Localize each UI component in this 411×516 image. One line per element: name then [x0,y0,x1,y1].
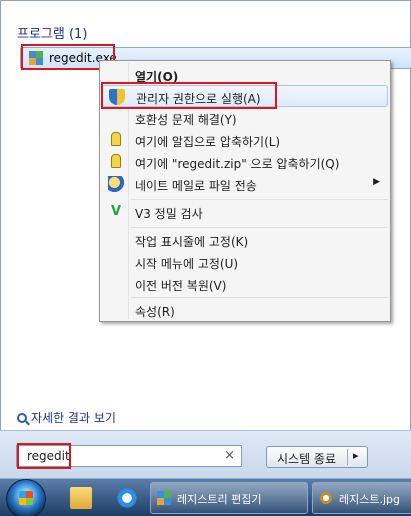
uac-shield-icon [109,89,125,105]
menu-item-pin-taskbar[interactable]: 작업 표시줄에 고정(K) [102,229,388,251]
image-viewer-icon [319,491,333,505]
alzip-icon [111,132,121,146]
menu-item-pin-start-menu[interactable]: 시작 메뉴에 고정(U) [102,251,388,273]
regedit-icon [29,51,43,65]
menu-item-compress-to-zip[interactable]: 여기에 "regedit.zip" 으로 압축하기(Q) [102,151,388,173]
taskbar: 레지스트리 편집기 레지스트.jpg [0,478,411,516]
shutdown-options-arrow-icon[interactable]: ▸ [353,449,359,462]
see-more-label: 자세한 결과 보기 [31,411,116,425]
menu-item-run-as-admin[interactable]: 관리자 권한으로 실행(A) [102,85,388,107]
menu-item-nate-mail[interactable]: 네이트 메일로 파일 전송 ▶ [102,173,388,195]
menu-item-properties[interactable]: 속성(R) [102,299,388,321]
submenu-arrow-icon: ▶ [373,177,380,187]
menu-item-v3-scan[interactable]: V V3 정밀 검사 [102,201,388,223]
v3-icon: V [110,204,122,219]
internet-explorer-icon[interactable] [116,487,138,509]
menu-item-restore-previous[interactable]: 이전 버전 복원(V) [102,273,388,295]
context-menu: 열기(O) 관리자 권한으로 실행(A) 호환성 문제 해결(Y) 여기에 알집… [99,60,391,322]
taskbar-button-image-viewer[interactable]: 레지스트.jpg [312,482,411,514]
clear-search-icon[interactable]: × [224,448,235,463]
menu-item-troubleshoot-compatibility[interactable]: 호환성 문제 해결(Y) [102,107,388,129]
nate-mail-icon [108,176,124,192]
taskbar-button-regedit[interactable]: 레지스트리 편집기 [150,482,308,514]
search-input[interactable]: regedit × [16,445,242,467]
see-more-results-link[interactable]: 자세한 결과 보기 [17,409,116,426]
search-input-value: regedit [27,449,70,463]
programs-section-header: 프로그램 (1) [17,27,88,42]
shutdown-button[interactable]: 시스템 종료 ▸ [266,446,368,468]
folder-icon[interactable] [70,487,92,509]
alzip-icon [111,154,121,168]
search-icon [17,413,27,423]
menu-item-alzip-compress[interactable]: 여기에 알집으로 압축하기(L) [102,129,388,151]
regedit-icon [157,491,171,505]
menu-item-open[interactable]: 열기(O) [102,64,388,86]
search-strip: regedit × 시스템 종료 ▸ [0,430,411,478]
shutdown-label: 시스템 종료 [277,452,337,466]
start-orb-icon[interactable] [6,479,46,516]
